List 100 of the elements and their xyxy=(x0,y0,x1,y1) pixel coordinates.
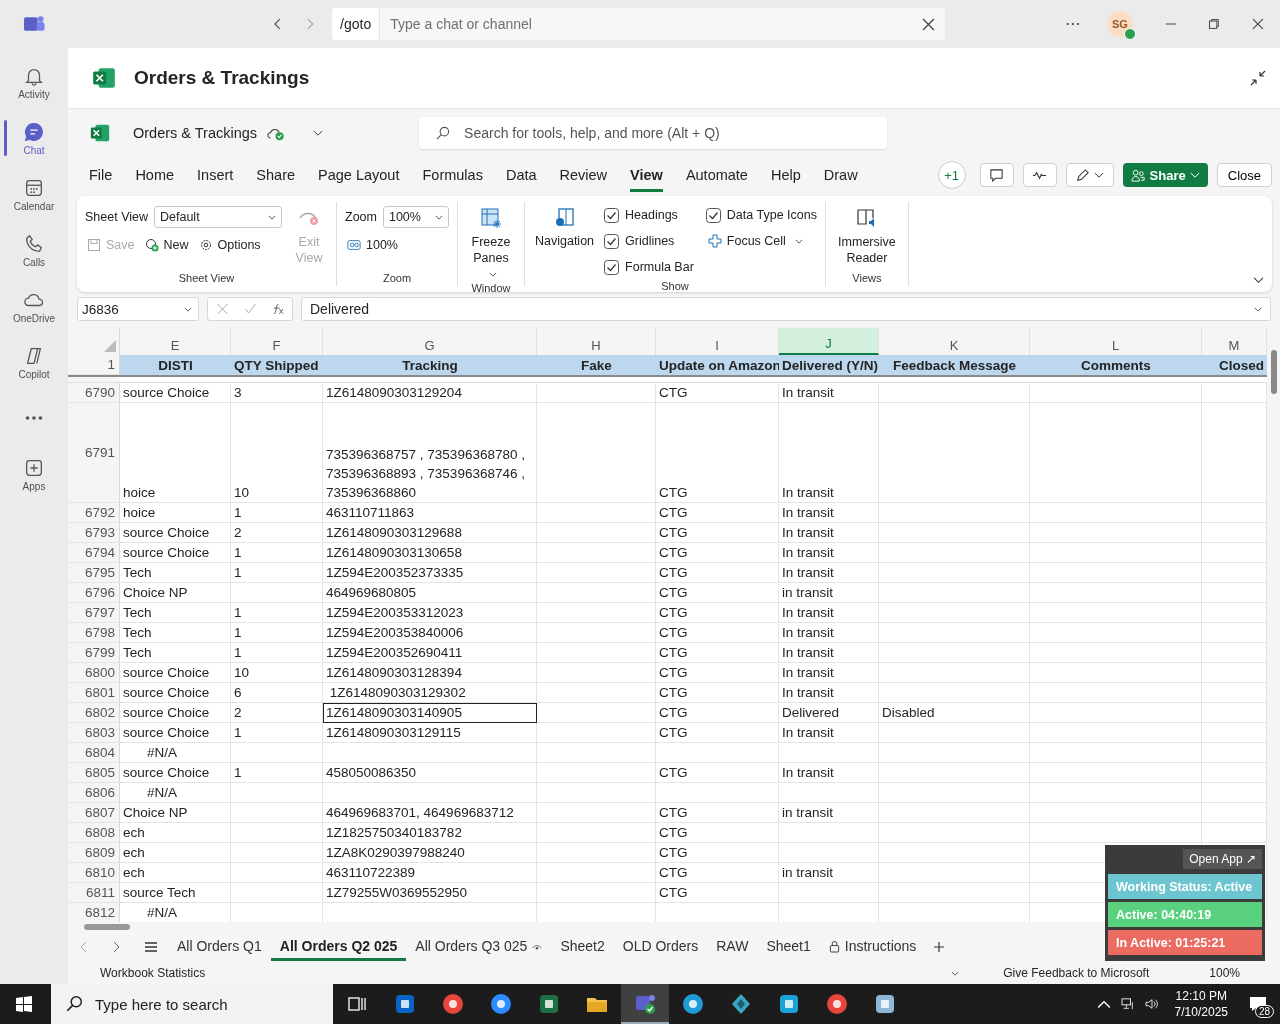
network-icon[interactable] xyxy=(1120,998,1135,1010)
feedback-link[interactable]: Give Feedback to Microsoft xyxy=(1003,966,1150,980)
table-cell: CTG xyxy=(656,503,779,523)
checkbox-label[interactable]: Data Type Icons xyxy=(726,208,817,222)
user-avatar[interactable]: SG xyxy=(1107,11,1133,37)
workbook-statistics-link[interactable]: Workbook Statistics xyxy=(100,966,206,980)
rail-item[interactable]: Chat xyxy=(0,110,68,166)
table-cell: CTG xyxy=(656,523,779,543)
immersive-reader-button[interactable]: Immersive Reader xyxy=(833,202,900,272)
sheet-tab[interactable]: Sheet1 xyxy=(757,933,820,961)
checkbox[interactable] xyxy=(604,259,620,275)
open-app-button[interactable]: Open App ↗ xyxy=(1183,849,1262,869)
sheet-tab[interactable]: OLD Orders xyxy=(613,933,708,961)
zoom-100-button[interactable]: 100% xyxy=(345,238,400,252)
rail-item[interactable]: OneDrive xyxy=(0,278,68,334)
menu-tab[interactable]: Automate xyxy=(685,158,748,192)
sheet-tab[interactable]: All Orders Q2 025 xyxy=(270,933,407,961)
chevron-down-icon[interactable] xyxy=(951,970,960,976)
rail-item[interactable]: Activity xyxy=(0,54,68,110)
row-number: 6791 xyxy=(68,403,120,503)
check-icon[interactable] xyxy=(243,303,257,315)
new-button[interactable]: New xyxy=(142,238,191,252)
table-cell: ech xyxy=(120,843,231,863)
column-header[interactable]: J xyxy=(779,328,879,355)
zoom-level[interactable]: 100% xyxy=(1209,966,1240,980)
workbook-name[interactable]: Orders & Trackings xyxy=(133,125,258,141)
options-button[interactable]: Options xyxy=(196,238,263,252)
checkbox-label[interactable]: Gridlines xyxy=(625,234,675,248)
menu-tab[interactable]: Help xyxy=(770,158,801,192)
more-icon[interactable] xyxy=(1066,22,1081,26)
taskbar-search-field[interactable]: Type here to search xyxy=(51,984,333,1024)
menu-icon[interactable] xyxy=(144,941,158,953)
clock[interactable]: 12:10 PM 7/10/2025 xyxy=(1174,988,1228,1020)
group-label: Show xyxy=(660,280,690,294)
menu-tab[interactable]: Data xyxy=(505,158,537,192)
add-sheet-icon[interactable] xyxy=(933,941,946,953)
menu-tab[interactable]: Share xyxy=(256,158,296,192)
checkbox[interactable] xyxy=(705,207,721,223)
eye-icon xyxy=(532,942,543,950)
presence-badge[interactable]: +1 xyxy=(937,161,966,189)
freeze-panes-button[interactable]: Freeze Panes xyxy=(465,202,516,282)
search-input[interactable]: Type here to search xyxy=(93,994,333,1014)
sheet-tab[interactable]: All Orders Q3 025 xyxy=(406,933,552,961)
sheet-tab[interactable]: Sheet2 xyxy=(551,933,614,961)
table-cell: In transit xyxy=(779,563,879,583)
menu-tab[interactable]: View xyxy=(630,158,663,192)
search-input[interactable]: Search for tools, help, and more (Alt + Q) xyxy=(462,124,888,142)
checkbox-label[interactable]: Headings xyxy=(625,208,678,222)
checkbox[interactable] xyxy=(604,207,620,223)
table-cell: Tech xyxy=(120,623,231,643)
chevron-down-icon[interactable] xyxy=(313,129,324,137)
speaker-icon[interactable] xyxy=(1144,998,1159,1010)
windows-start-icon[interactable] xyxy=(16,996,32,1012)
close-icon[interactable] xyxy=(922,17,936,31)
rail-item[interactable]: Apps xyxy=(0,446,68,502)
sheet-tab[interactable]: All Orders Q1 xyxy=(168,933,271,961)
table-cell: CTG xyxy=(656,863,779,883)
checkbox[interactable] xyxy=(604,233,620,249)
row-number: 6812 xyxy=(68,903,120,922)
table-cell: 10 xyxy=(231,403,323,503)
function-icon[interactable] xyxy=(271,303,285,315)
checkbox-label[interactable]: Formula Bar xyxy=(625,260,694,274)
menu-tab[interactable]: Home xyxy=(135,158,175,192)
search-input[interactable]: Type a chat or channel xyxy=(380,8,923,40)
row-number: 6799 xyxy=(68,643,120,663)
next-sheet-icon[interactable] xyxy=(112,941,120,953)
comment-button[interactable] xyxy=(979,163,1014,187)
sheet-view-dropdown[interactable]: Default xyxy=(154,206,282,228)
navigation-button[interactable]: Navigation xyxy=(532,202,597,280)
rail-item[interactable]: Calls xyxy=(0,222,68,278)
group-label: Views xyxy=(851,272,883,286)
table-cell: source Tech xyxy=(120,883,231,903)
search-field[interactable]: Search for tools, help, and more (Alt + Q) xyxy=(419,117,888,149)
rail-item[interactable]: Copilot xyxy=(0,334,68,390)
editing-button[interactable] xyxy=(1065,163,1114,187)
menu-tab[interactable]: Insert xyxy=(197,158,234,192)
sheet-tab[interactable]: RAW xyxy=(707,933,758,961)
name-box[interactable]: J6836 xyxy=(77,297,199,321)
table-cell: in transit xyxy=(779,583,879,603)
formula-field[interactable]: Delivered xyxy=(301,297,1271,321)
close-button[interactable]: Close xyxy=(1216,163,1272,187)
restore-icon[interactable] xyxy=(1208,18,1221,30)
menu-tab[interactable]: File xyxy=(89,158,113,192)
search-field[interactable]: /goto Type a chat or channel xyxy=(332,8,946,40)
rail-item[interactable]: Calendar xyxy=(0,166,68,222)
menu-tab[interactable]: Formulas xyxy=(422,158,483,192)
menu-tab[interactable]: Review xyxy=(559,158,608,192)
table-cell: In transit xyxy=(779,643,879,663)
chevron-up-icon[interactable] xyxy=(1096,998,1111,1010)
focus-cell-button[interactable]: Focus Cell xyxy=(705,228,817,254)
expand-ribbon-icon[interactable] xyxy=(1253,277,1264,284)
menu-tab[interactable]: Draw xyxy=(823,158,858,192)
zoom-dropdown[interactable]: 100% xyxy=(382,206,449,228)
activity-button[interactable] xyxy=(1022,163,1057,187)
table-cell: Tech xyxy=(120,603,231,623)
menu-tab[interactable]: Page Layout xyxy=(318,158,400,192)
sheet-tab[interactable]: Instructions xyxy=(819,933,926,961)
share-button[interactable]: Share xyxy=(1122,163,1208,187)
close-icon[interactable] xyxy=(1252,18,1264,30)
collapse-icon[interactable] xyxy=(1250,70,1266,86)
